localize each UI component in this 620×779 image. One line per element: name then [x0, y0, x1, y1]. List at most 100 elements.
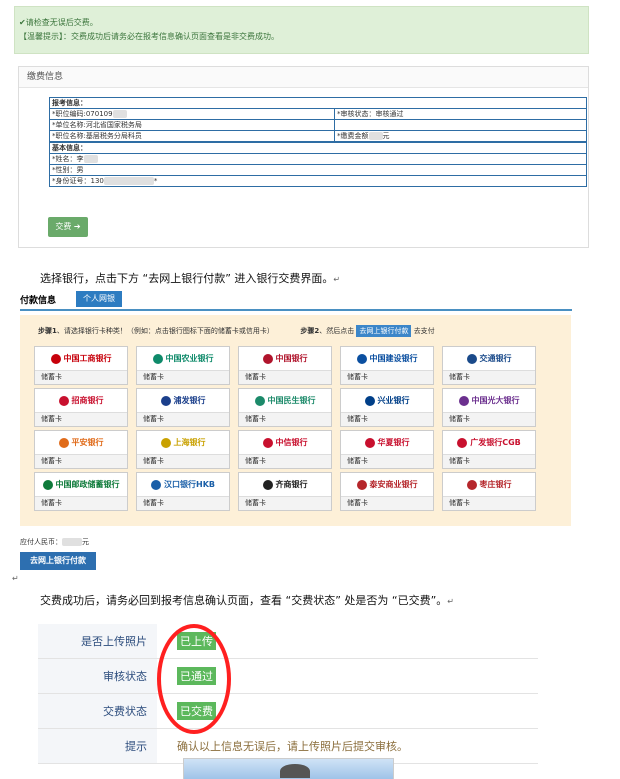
debit-card-option[interactable]: 储蓄卡 [443, 497, 535, 510]
bank-logo[interactable]: 华夏银行 [341, 431, 433, 455]
debit-card-option[interactable]: 储蓄卡 [341, 497, 433, 510]
bank-option[interactable]: 广发银行CGB 储蓄卡 [442, 430, 536, 469]
pay-button[interactable]: 交费 ➔ [48, 217, 88, 237]
tab-personal-ebank[interactable]: 个人网银 [76, 291, 122, 307]
bank-logo[interactable]: 齐商银行 [239, 473, 331, 497]
gender-cell: *性别：男 [49, 164, 587, 176]
bank-option[interactable]: 齐商银行储蓄卡 [238, 472, 332, 511]
step2-ebank-button[interactable]: 去网上银行付款 [356, 325, 412, 337]
bank-logo[interactable]: 中国工商银行 [35, 347, 127, 371]
debit-card-option[interactable]: 储蓄卡 [239, 497, 331, 510]
table-row: 交费状态 已交费 [38, 693, 538, 729]
debit-card-option[interactable]: 储蓄卡 [443, 413, 535, 426]
debit-card-option[interactable]: 储蓄卡 [239, 455, 331, 468]
debit-card-option[interactable]: 储蓄卡 [35, 497, 127, 510]
bank-option[interactable]: 中国工商银行 储蓄卡 [34, 346, 128, 385]
bank-logo[interactable]: 兴业银行 [341, 389, 433, 413]
go-online-banking-button[interactable]: 去网上银行付款 [20, 552, 96, 570]
bank-name: 中国光大银行 [471, 396, 520, 405]
bank-logo-icon [364, 395, 375, 406]
bank-name: 汉口银行HKB [164, 480, 215, 489]
photo-upload-label: 是否上传照片 [38, 624, 157, 659]
review-status-label: 审核状态 [38, 658, 157, 694]
tab-payment-info[interactable]: 付款信息 [20, 293, 56, 306]
bank-logo[interactable]: 中国建设银行 [341, 347, 433, 371]
table-row: 是否上传照片 已上传 [38, 624, 538, 659]
hint-label: 提示 [38, 728, 157, 764]
bank-option[interactable]: 泰安商业银行储蓄卡 [340, 472, 434, 511]
bank-option[interactable]: 上海银行储蓄卡 [136, 430, 230, 469]
bank-option[interactable]: 中国邮政储蓄银行 储蓄卡 [34, 472, 128, 511]
bank-option[interactable]: 中信银行储蓄卡 [238, 430, 332, 469]
debit-card-option[interactable]: 储蓄卡 [35, 413, 127, 426]
bank-option[interactable]: 浦发银行 储蓄卡 [136, 388, 230, 427]
status-table: 是否上传照片 已上传 审核状态 已通过 交费状态 已交费 提示 确认以上信息无误… [38, 624, 538, 764]
bank-option[interactable]: 汉口银行HKB 储蓄卡 [136, 472, 230, 511]
bank-logo-icon [42, 479, 53, 490]
debit-card-option[interactable]: 储蓄卡 [443, 455, 535, 468]
bank-logo[interactable]: 泰安商业银行 [341, 473, 433, 497]
bank-name: 华夏银行 [377, 438, 410, 447]
bank-option[interactable]: 华夏银行储蓄卡 [340, 430, 434, 469]
bank-option[interactable]: 招商银行 储蓄卡 [34, 388, 128, 427]
bank-name: 齐商银行 [275, 480, 308, 489]
bank-logo[interactable]: 招商银行 [35, 389, 127, 413]
debit-card-option[interactable]: 储蓄卡 [443, 371, 535, 384]
debit-card-option[interactable]: 储蓄卡 [239, 413, 331, 426]
bank-logo-icon [364, 437, 375, 448]
debit-card-option[interactable]: 储蓄卡 [35, 455, 127, 468]
debit-card-option[interactable]: 储蓄卡 [341, 371, 433, 384]
exam-info-table: 报考信息： *职位编码:070109 *审核状态：审核通过 *单位名称:河北省国… [49, 97, 587, 187]
bank-name: 中国建设银行 [369, 354, 418, 363]
debit-card-option[interactable]: 储蓄卡 [341, 455, 433, 468]
bank-name: 中国民生银行 [267, 396, 316, 405]
bank-option[interactable]: 中国银行储蓄卡 [238, 346, 332, 385]
bank-logo[interactable]: 中国邮政储蓄银行 [35, 473, 127, 497]
notice-line-2: 【温馨提示】：交费成功后请务必在报考信息确认页面查看是非交费成功。 [19, 32, 279, 41]
debit-card-option[interactable]: 储蓄卡 [35, 371, 127, 384]
bank-name: 平安银行 [71, 438, 104, 447]
debit-card-option[interactable]: 储蓄卡 [239, 371, 331, 384]
bank-logo[interactable]: 中国农业银行 [137, 347, 229, 371]
bank-logo-icon [50, 353, 61, 364]
bank-name: 中国银行 [275, 354, 308, 363]
bank-option[interactable]: 平安银行储蓄卡 [34, 430, 128, 469]
bank-logo[interactable]: 平安银行 [35, 431, 127, 455]
amount-due: 应付人民币：元 [20, 538, 89, 546]
hint-text: 确认以上信息无误后，请上传照片后提交审核。 [177, 740, 408, 753]
position-code-cell: *职位编码:070109 [49, 108, 335, 120]
bank-logo[interactable]: 广发银行CGB [443, 431, 535, 455]
bank-logo[interactable]: 中信银行 [239, 431, 331, 455]
bank-logo[interactable]: 枣庄银行 [443, 473, 535, 497]
bank-name: 兴业银行 [377, 396, 410, 405]
bank-logo[interactable]: 汉口银行HKB [137, 473, 229, 497]
bank-logo[interactable]: 交通银行 [443, 347, 535, 371]
bank-logo[interactable]: 中国光大银行 [443, 389, 535, 413]
bank-logo-icon [58, 395, 69, 406]
debit-card-option[interactable]: 储蓄卡 [137, 455, 229, 468]
unit-name-cell: *单位名称:河北省国家税务局 [49, 119, 335, 131]
basic-info-label: 基本信息： [49, 141, 587, 154]
bank-option[interactable]: 中国建设银行储蓄卡 [340, 346, 434, 385]
bank-option[interactable]: 交通银行 储蓄卡 [442, 346, 536, 385]
bank-option[interactable]: 枣庄银行 储蓄卡 [442, 472, 536, 511]
debit-card-option[interactable]: 储蓄卡 [137, 371, 229, 384]
bank-logo[interactable]: 中国民生银行 [239, 389, 331, 413]
bank-option[interactable]: 兴业银行储蓄卡 [340, 388, 434, 427]
debit-card-option[interactable]: 储蓄卡 [341, 413, 433, 426]
bank-logo-icon [262, 437, 273, 448]
payment-steps: 步骤1、请选择银行卡种类！（例如：点击银行图标下面的储蓄卡或信用卡） 步骤2、然… [38, 325, 435, 337]
bank-name: 泰安商业银行 [369, 480, 418, 489]
bank-logo[interactable]: 上海银行 [137, 431, 229, 455]
bank-option[interactable]: 中国农业银行 储蓄卡 [136, 346, 230, 385]
bank-option[interactable]: 中国民生银行储蓄卡 [238, 388, 332, 427]
bank-option[interactable]: 中国光大银行储蓄卡 [442, 388, 536, 427]
bank-name: 中信银行 [275, 438, 308, 447]
debit-card-option[interactable]: 储蓄卡 [137, 497, 229, 510]
bank-logo[interactable]: 浦发银行 [137, 389, 229, 413]
bank-name: 上海银行 [173, 438, 206, 447]
bank-logo-icon [466, 353, 477, 364]
debit-card-option[interactable]: 储蓄卡 [137, 413, 229, 426]
fee-info-panel: 缴费信息 报考信息： *职位编码:070109 *审核状态：审核通过 *单位名称… [18, 66, 589, 248]
bank-logo[interactable]: 中国银行 [239, 347, 331, 371]
